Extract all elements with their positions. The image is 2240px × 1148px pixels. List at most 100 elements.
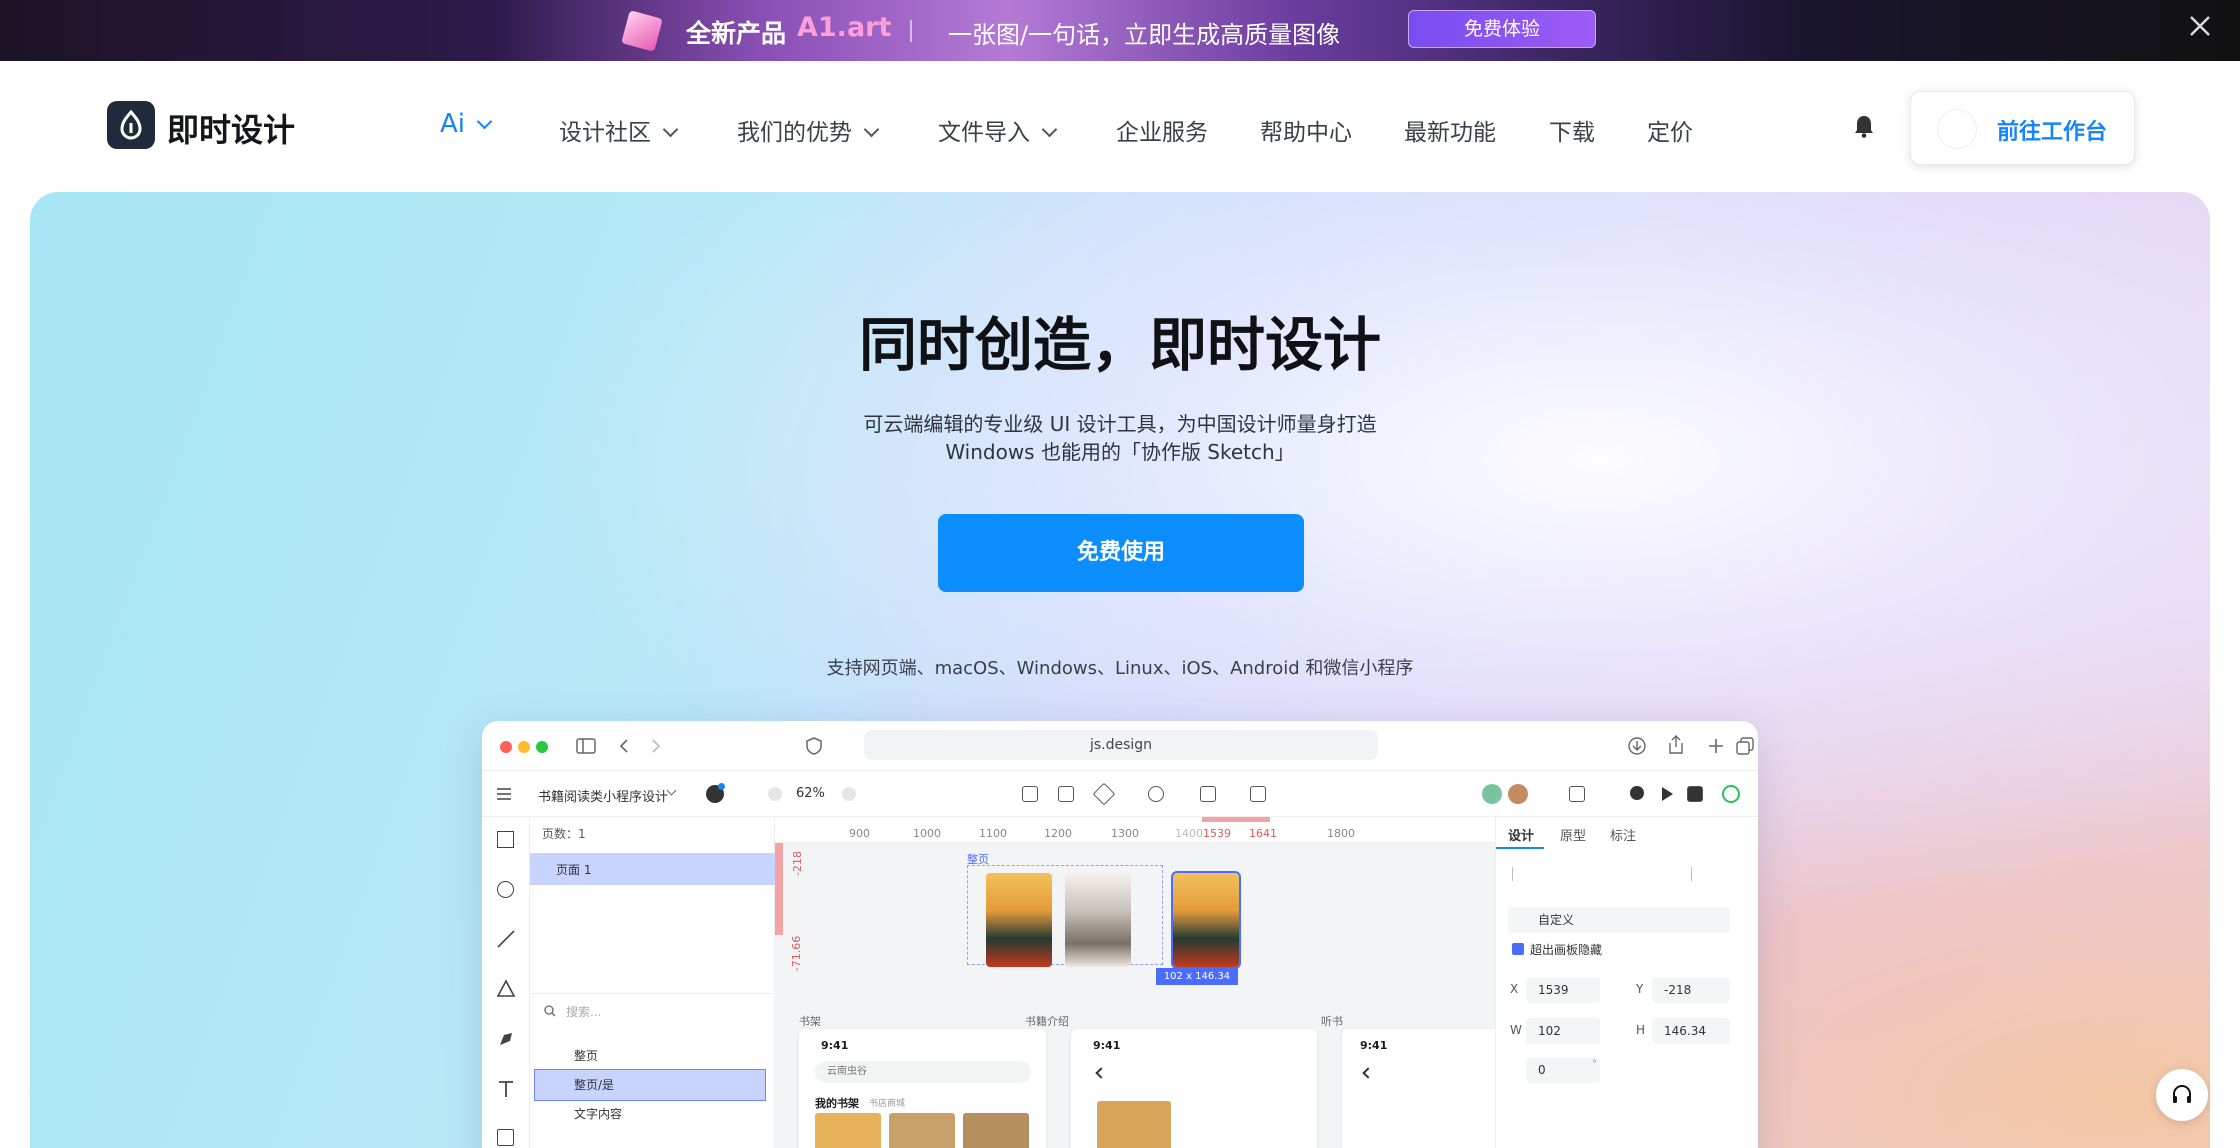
export-icon (1200, 786, 1216, 802)
layer-search-input: 搜索... (566, 1005, 602, 1019)
url-text: js.design (1089, 737, 1153, 753)
image-tool-icon (497, 1129, 514, 1146)
nav-enterprise[interactable]: 企业服务 (1116, 113, 1208, 147)
nav-download[interactable]: 下载 (1549, 113, 1595, 147)
app-mockup: js.design 书籍阅读类小程序设计 62% 页数：1 页面 1 搜索...… (482, 721, 1758, 1148)
help-button[interactable] (2156, 1069, 2208, 1121)
nav-community[interactable]: 设计社区 (559, 113, 679, 147)
nav-import[interactable]: 文件导入 (938, 113, 1058, 147)
x-field: 1539 (1526, 977, 1600, 1003)
w-field: 102 (1526, 1018, 1600, 1044)
component-icon (1092, 782, 1116, 806)
workspace-button[interactable]: 前往工作台 (1910, 91, 2135, 165)
section-label: 听书 (1321, 1015, 1343, 1028)
avatar (1482, 784, 1502, 804)
clip-label: 超出画板隐藏 (1530, 943, 1603, 957)
free-use-button[interactable]: 免费使用 (938, 514, 1304, 592)
status-dot (718, 783, 725, 790)
avatar (1937, 109, 1977, 149)
workspace-button-label: 前往工作台 (1997, 120, 2108, 145)
chevron-down-icon (863, 121, 880, 138)
bell-icon[interactable] (1853, 114, 1875, 138)
chevron-down-icon (476, 113, 493, 130)
ruler-v-tick: -71.66 (790, 935, 804, 972)
phone-time: 9:41 (1093, 1039, 1121, 1052)
tabs-icon (1736, 737, 1754, 755)
nav-advantages[interactable]: 我们的优势 (737, 113, 880, 147)
book-thumb (963, 1113, 1029, 1148)
chevron-down-icon (666, 785, 677, 796)
text-tool-icon (499, 1081, 513, 1097)
ruler-tick: 900 (849, 827, 870, 840)
avatar (1508, 784, 1528, 804)
chevron-down-icon (662, 121, 679, 138)
triangle-tool-icon (496, 979, 516, 997)
phone-search: 云南虫谷 (815, 1061, 1031, 1083)
selection-size: 102 x 146.34 (1156, 968, 1238, 985)
promo-brand: A1.art (797, 12, 892, 43)
nav-pricing[interactable]: 定价 (1647, 113, 1693, 147)
book-cover (1065, 873, 1131, 967)
promo-try-button[interactable]: 免费体验 (1408, 10, 1596, 48)
zoom-in-icon (842, 787, 856, 801)
h-field: 146.34 (1652, 1018, 1730, 1044)
share-icon (1669, 735, 1683, 754)
nav-ai[interactable]: Ai (440, 109, 493, 139)
shield-icon (806, 737, 822, 755)
chevron-down-icon (1041, 121, 1058, 138)
phone-frame: 9:41 (1342, 1029, 1495, 1148)
layers-panel: 页数：1 页面 1 搜索... 整页 整页/是 文字内容 (530, 817, 775, 1148)
w-label: W (1510, 1023, 1522, 1037)
ruler-tick: 1300 (1111, 827, 1139, 840)
boolean-icon (1250, 786, 1266, 802)
line-tool-icon (497, 930, 515, 948)
window-close-dot (500, 741, 512, 753)
zoom-level: 62% (796, 786, 825, 801)
ruler-tick: 1641 (1249, 827, 1277, 840)
main-nav: 即时设计 Ai 设计社区 我们的优势 文件导入 企业服务 帮助中心 最新功能 下… (0, 61, 2240, 192)
hero-subtitle-line1: 可云端编辑的专业级 UI 设计工具，为中国设计师量身打造 (863, 412, 1377, 436)
section-label: 书架 (799, 1015, 821, 1028)
play-icon (1662, 787, 1673, 801)
nav-help[interactable]: 帮助中心 (1260, 113, 1352, 147)
align-icons (1512, 867, 1692, 881)
phone-frame: 9:41 (1071, 1029, 1317, 1148)
tab-design: 设计 (1508, 829, 1535, 844)
download-icon (1628, 737, 1646, 755)
page-item: 页面 1 (556, 863, 592, 877)
logo-icon[interactable] (107, 101, 155, 149)
tab-annotate: 标注 (1610, 829, 1637, 844)
ruler-v-tick: -218 (790, 851, 804, 876)
crop-icon (1058, 786, 1074, 802)
editor-toolbar: 书籍阅读类小程序设计 62% (482, 771, 1758, 817)
ruler-tick: 1100 (979, 827, 1007, 840)
layer-item: 文字内容 (574, 1107, 623, 1121)
saved-check-icon (1722, 785, 1740, 803)
promo-tagline: 一张图/一句话，立即生成高质量图像 (948, 21, 1341, 49)
ruler-tick: 1400 (1175, 827, 1203, 840)
ruler-tick: 1800 (1327, 827, 1355, 840)
sidebar-icon (576, 738, 596, 754)
new-tab-icon (1709, 739, 1723, 753)
hero-section: 同时创造，即时设计 可云端编辑的专业级 UI 设计工具，为中国设计师量身打造 W… (30, 192, 2210, 1148)
layer-item: 整页/是 (574, 1078, 615, 1092)
back-icon (1095, 1067, 1107, 1079)
tab-underline (1496, 847, 1544, 849)
book-cover-selected (1171, 871, 1241, 969)
promo-banner[interactable]: 全新产品 A1.art 一张图/一句话，立即生成高质量图像 免费体验 (0, 0, 2240, 61)
close-icon[interactable] (2188, 14, 2212, 38)
phone-time: 9:41 (1360, 1039, 1388, 1052)
zoom-out-icon (768, 787, 782, 801)
window-zoom-dot (536, 741, 548, 753)
file-name: 书籍阅读类小程序设计 (538, 790, 669, 805)
nav-whats-new[interactable]: 最新功能 (1404, 113, 1496, 147)
url-bar: js.design (864, 730, 1378, 760)
back-icon (1362, 1067, 1374, 1079)
checkbox-icon (1512, 943, 1524, 955)
ruler-tick: 1000 (913, 827, 941, 840)
layout-icon (1687, 786, 1703, 802)
x-label: X (1510, 982, 1519, 996)
back-icon (619, 739, 628, 753)
logo-text[interactable]: 即时设计 (167, 105, 295, 151)
book-thumb (1097, 1101, 1171, 1148)
